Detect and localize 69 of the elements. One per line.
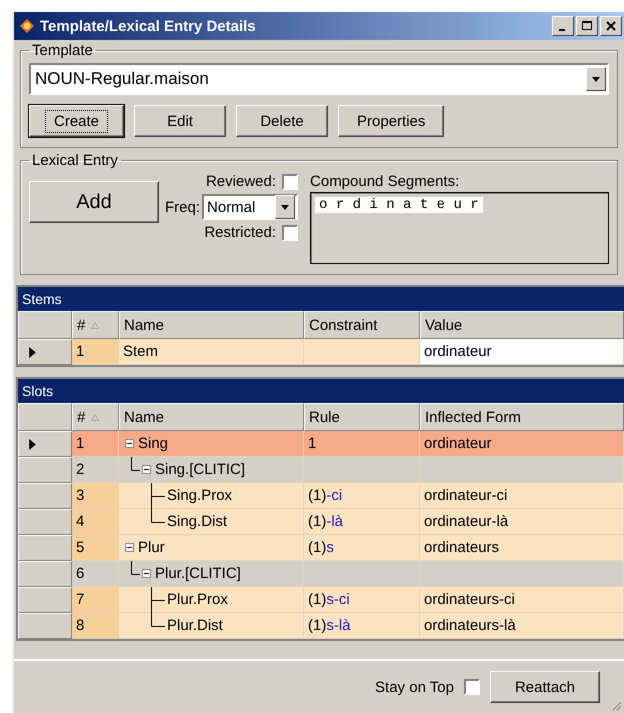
column-header[interactable]: Constraint xyxy=(304,311,420,339)
collapse-toggle[interactable] xyxy=(125,439,134,448)
restricted-label: Restricted: xyxy=(204,224,276,241)
table-cell: 8 xyxy=(72,613,119,639)
column-header[interactable]: Name xyxy=(119,311,304,339)
group-label: Template xyxy=(31,42,94,59)
window-title: Template/Lexical Entry Details xyxy=(40,18,257,34)
table-cell: Plur.Dist xyxy=(167,617,223,634)
group-label: Lexical Entry xyxy=(31,152,119,169)
collapse-toggle[interactable] xyxy=(142,465,151,474)
column-header[interactable]: Inflected Form xyxy=(420,403,624,431)
freq-label: Freq: xyxy=(165,198,200,216)
slots-header: Slots xyxy=(18,379,624,403)
table-cell: Plur.[CLITIC] xyxy=(155,565,241,582)
app-icon xyxy=(18,17,36,35)
table-cell: Sing xyxy=(138,435,168,452)
current-row-icon xyxy=(29,438,36,450)
reviewed-label: Reviewed: xyxy=(206,173,276,190)
collapse-toggle[interactable] xyxy=(142,569,151,578)
table-cell: (1)s-là xyxy=(304,613,420,639)
template-button[interactable]: Create xyxy=(29,105,124,137)
maximize-icon xyxy=(581,20,593,32)
tree-connector xyxy=(131,457,140,471)
table-cell: Plur.Prox xyxy=(167,591,228,608)
sort-icon xyxy=(91,414,100,420)
template-button[interactable]: Edit xyxy=(134,105,226,137)
table-cell[interactable]: ordinateur xyxy=(420,339,624,365)
row-header[interactable] xyxy=(18,431,72,457)
table-cell: Stem xyxy=(119,339,304,365)
column-header[interactable]: # xyxy=(72,403,119,431)
stay-on-top-checkbox[interactable] xyxy=(464,679,480,695)
table-cell: 5 xyxy=(72,535,119,561)
table-cell: 7 xyxy=(72,587,119,613)
table-cell: Sing.[CLITIC] xyxy=(155,461,246,478)
template-button[interactable]: Properties xyxy=(338,105,444,137)
minimize-button[interactable] xyxy=(552,16,574,36)
add-button[interactable]: Add xyxy=(29,181,159,223)
column-header[interactable]: Rule xyxy=(304,403,420,431)
current-row-icon xyxy=(29,346,36,358)
template-dropdown[interactable]: NOUN-Regular.maison xyxy=(29,63,609,95)
template-button[interactable]: Delete xyxy=(236,105,328,137)
row-header[interactable] xyxy=(18,339,72,365)
table-cell: Sing.Dist xyxy=(167,513,228,530)
column-header[interactable]: Name xyxy=(119,403,304,431)
stay-on-top-label: Stay on Top xyxy=(375,678,454,696)
resize-grip-icon xyxy=(610,699,622,711)
compound-segments-field[interactable]: o r d i n a t e u r xyxy=(310,192,609,264)
close-button[interactable] xyxy=(600,16,622,36)
close-icon xyxy=(605,20,617,32)
compound-segments-label: Compound Segments: xyxy=(310,173,460,190)
restricted-checkbox[interactable] xyxy=(282,224,298,240)
stems-header: Stems xyxy=(18,287,624,311)
reattach-button[interactable]: Reattach xyxy=(490,671,600,703)
table-cell: Plur xyxy=(138,539,165,556)
reviewed-checkbox[interactable] xyxy=(282,174,298,190)
table-cell: 3 xyxy=(72,483,119,509)
table-cell: 1 xyxy=(72,431,119,457)
column-header[interactable]: Value xyxy=(420,311,624,339)
column-header[interactable]: # xyxy=(72,311,119,339)
tree-connector xyxy=(131,561,140,575)
table-cell: 4 xyxy=(72,509,119,535)
table-cell: 1 xyxy=(72,339,119,365)
collapse-toggle[interactable] xyxy=(125,543,134,552)
freq-dropdown[interactable]: Normal xyxy=(202,194,298,220)
sort-icon xyxy=(91,322,100,328)
minimize-icon xyxy=(558,29,564,31)
table-cell: Sing.Prox xyxy=(167,487,232,504)
table-cell: ordinateurs-là xyxy=(420,613,624,639)
maximize-button[interactable] xyxy=(576,16,598,36)
